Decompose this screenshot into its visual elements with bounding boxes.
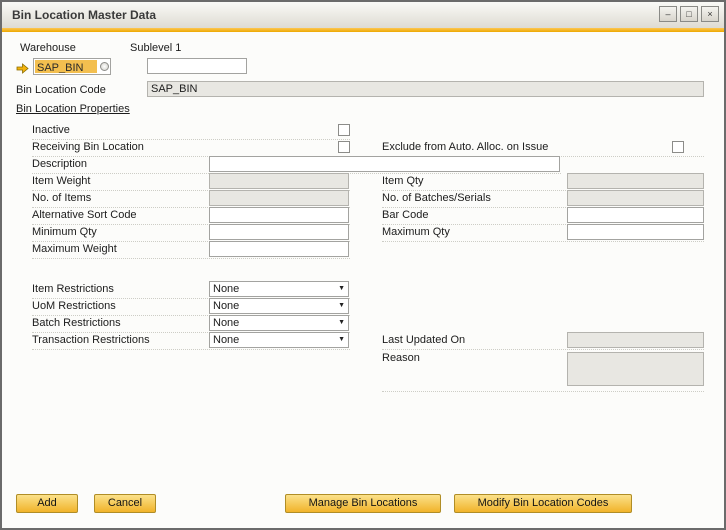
close-button[interactable]: × <box>701 6 719 22</box>
item-restrictions-value: None <box>213 283 239 295</box>
item-restrictions-row: Item Restrictions None ▼ <box>32 281 350 299</box>
modify-bin-location-codes-button[interactable]: Modify Bin Location Codes <box>454 494 632 513</box>
window-title: Bin Location Master Data <box>12 8 156 22</box>
uom-restrictions-row: UoM Restrictions None ▼ <box>32 298 350 316</box>
exclude-auto-alloc-checkbox[interactable] <box>672 141 684 153</box>
sublevel-input[interactable] <box>147 58 247 74</box>
add-button[interactable]: Add <box>16 494 78 513</box>
no-of-items-label: No. of Items <box>32 192 91 204</box>
maximize-button[interactable]: □ <box>680 6 698 22</box>
item-weight-field <box>209 173 349 189</box>
transaction-restrictions-value: None <box>213 334 239 346</box>
batch-restrictions-label: Batch Restrictions <box>32 317 121 329</box>
close-icon: × <box>707 9 712 19</box>
exclude-row: Exclude from Auto. Alloc. on Issue <box>382 139 704 157</box>
no-of-batches-row: No. of Batches/Serials <box>382 190 704 208</box>
last-updated-row: Last Updated On <box>382 332 704 350</box>
uom-restrictions-value: None <box>213 300 239 312</box>
maximum-weight-row: Maximum Weight <box>32 241 350 259</box>
warehouse-label: Warehouse <box>20 42 76 54</box>
receiving-row: Receiving Bin Location <box>32 139 350 157</box>
warehouse-input[interactable]: SAP_BIN <box>33 58 111 75</box>
warehouse-value: SAP_BIN <box>35 60 97 73</box>
inactive-label: Inactive <box>32 124 70 136</box>
description-row: Description <box>32 156 561 174</box>
reason-label: Reason <box>382 352 420 364</box>
last-updated-on-field <box>567 332 704 348</box>
bin-location-properties-section[interactable]: Bin Location Properties <box>16 103 130 115</box>
bar-code-row: Bar Code <box>382 207 704 225</box>
item-restrictions-label: Item Restrictions <box>32 283 114 295</box>
bar-code-input[interactable] <box>567 207 704 223</box>
no-of-items-row: No. of Items <box>32 190 350 208</box>
item-qty-label: Item Qty <box>382 175 424 187</box>
chevron-down-icon: ▼ <box>338 319 345 326</box>
maximum-qty-label: Maximum Qty <box>382 226 450 238</box>
manage-bin-locations-button[interactable]: Manage Bin Locations <box>285 494 441 513</box>
maximum-qty-row: Maximum Qty <box>382 224 704 242</box>
chevron-down-icon: ▼ <box>338 336 345 343</box>
transaction-restrictions-label: Transaction Restrictions <box>32 334 150 346</box>
item-qty-row: Item Qty <box>382 173 704 191</box>
exclude-auto-alloc-label: Exclude from Auto. Alloc. on Issue <box>382 141 548 153</box>
minimum-qty-row: Minimum Qty <box>32 224 350 242</box>
choose-from-list-icon[interactable] <box>100 62 109 71</box>
minimize-button[interactable]: – <box>659 6 677 22</box>
no-of-items-field <box>209 190 349 206</box>
last-updated-on-label: Last Updated On <box>382 334 465 346</box>
title-bar[interactable]: Bin Location Master Data – □ × <box>2 2 724 29</box>
uom-restrictions-select[interactable]: None ▼ <box>209 298 349 314</box>
reason-field <box>567 352 704 386</box>
chevron-down-icon: ▼ <box>338 302 345 309</box>
minimum-qty-input[interactable] <box>209 224 349 240</box>
transaction-restrictions-row: Transaction Restrictions None ▼ <box>32 332 350 350</box>
receiving-bin-location-checkbox[interactable] <box>338 141 350 153</box>
minimize-icon: – <box>665 9 670 19</box>
maximize-icon: □ <box>686 9 691 19</box>
transaction-restrictions-select[interactable]: None ▼ <box>209 332 349 348</box>
batch-restrictions-row: Batch Restrictions None ▼ <box>32 315 350 333</box>
no-of-batches-serials-label: No. of Batches/Serials <box>382 192 491 204</box>
maximum-qty-input[interactable] <box>567 224 704 240</box>
sublevel-label: Sublevel 1 <box>130 42 181 54</box>
batch-restrictions-value: None <box>213 317 239 329</box>
bin-location-master-data-window: Bin Location Master Data – □ × Warehouse… <box>0 0 726 530</box>
item-weight-row: Item Weight <box>32 173 350 191</box>
item-weight-label: Item Weight <box>32 175 91 187</box>
bar-code-label: Bar Code <box>382 209 428 221</box>
item-restrictions-select[interactable]: None ▼ <box>209 281 349 297</box>
bin-location-code-field: SAP_BIN <box>147 81 704 97</box>
chevron-down-icon: ▼ <box>338 285 345 292</box>
description-label: Description <box>32 158 87 170</box>
item-qty-field <box>567 173 704 189</box>
inactive-row: Inactive <box>32 122 350 140</box>
no-of-batches-serials-field <box>567 190 704 206</box>
reason-row: Reason <box>382 350 704 392</box>
uom-restrictions-label: UoM Restrictions <box>32 300 116 312</box>
minimum-qty-label: Minimum Qty <box>32 226 97 238</box>
alternative-sort-code-row: Alternative Sort Code <box>32 207 350 225</box>
bin-location-code-label: Bin Location Code <box>16 84 106 96</box>
inactive-checkbox[interactable] <box>338 124 350 136</box>
maximum-weight-input[interactable] <box>209 241 349 257</box>
maximum-weight-label: Maximum Weight <box>32 243 117 255</box>
batch-restrictions-select[interactable]: None ▼ <box>209 315 349 331</box>
window-controls: – □ × <box>659 6 719 22</box>
link-arrow-icon[interactable] <box>16 61 29 72</box>
description-input[interactable] <box>209 156 560 172</box>
cancel-button[interactable]: Cancel <box>94 494 156 513</box>
alternative-sort-code-label: Alternative Sort Code <box>32 209 137 221</box>
alternative-sort-code-input[interactable] <box>209 207 349 223</box>
accent-bar <box>2 28 724 32</box>
receiving-bin-location-label: Receiving Bin Location <box>32 141 144 153</box>
